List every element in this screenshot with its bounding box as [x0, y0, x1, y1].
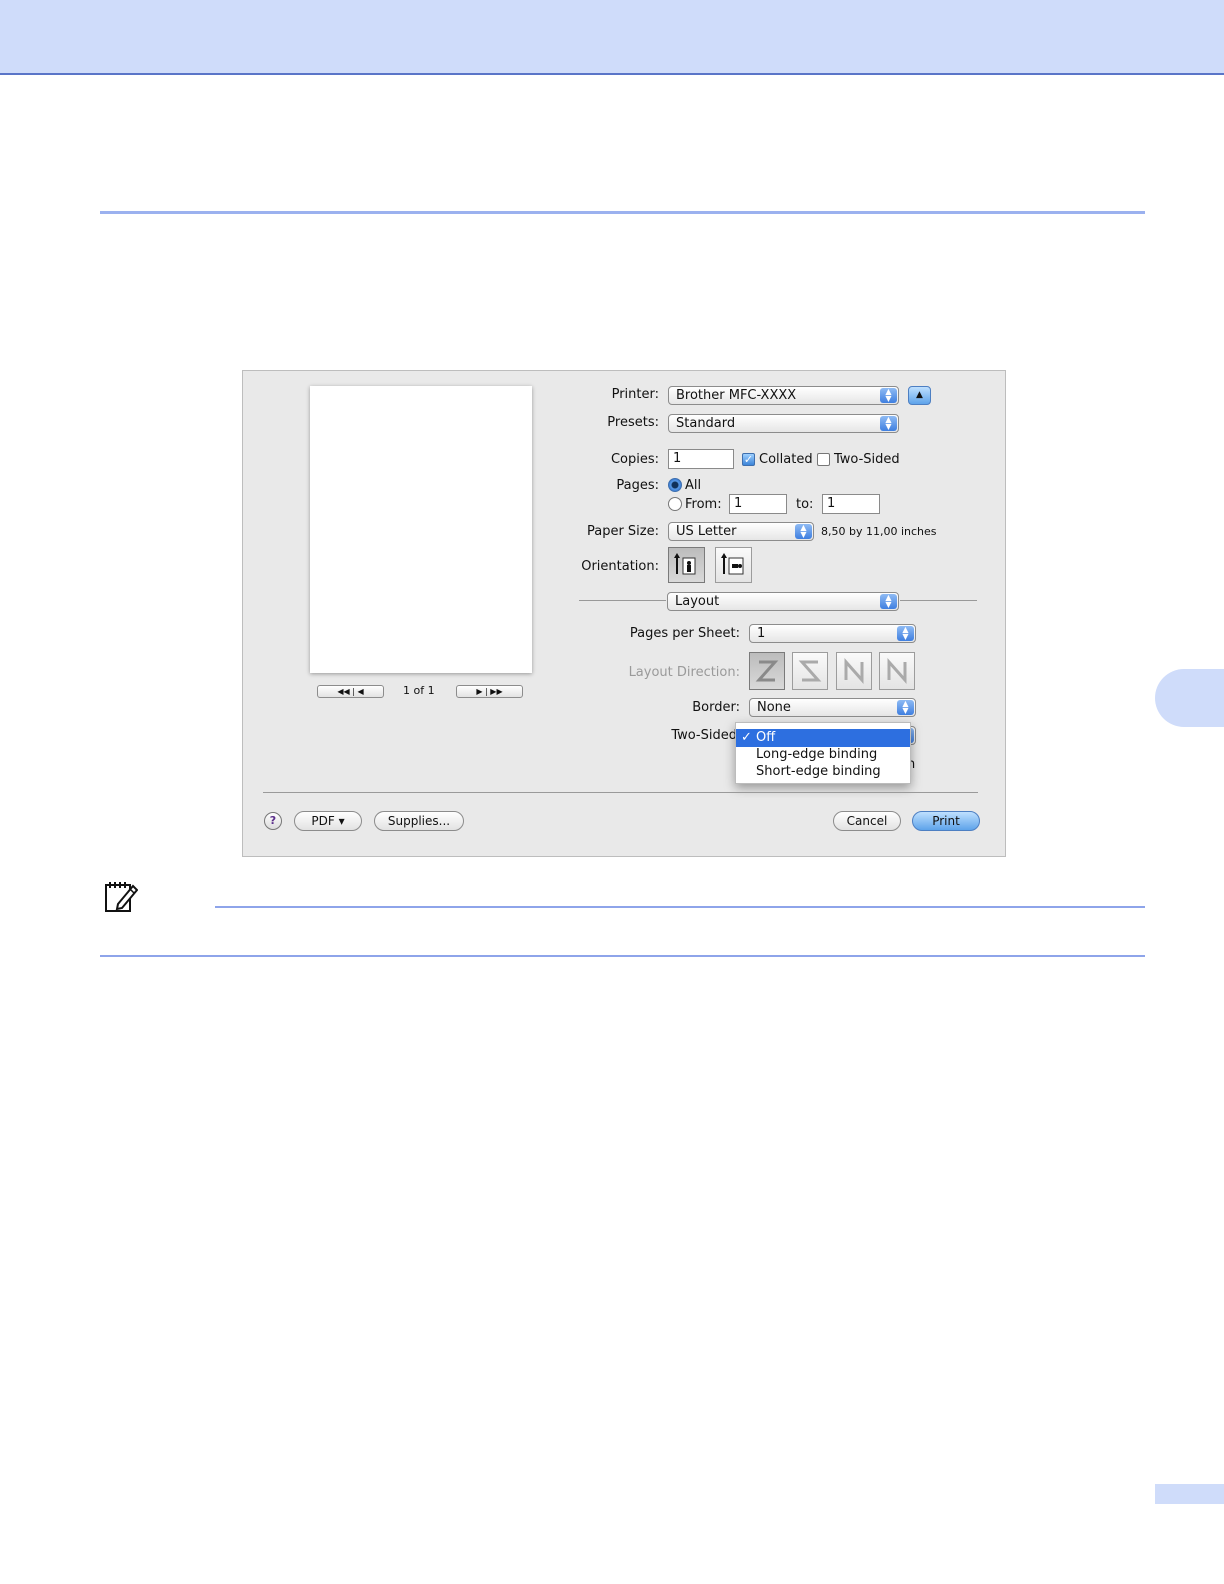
printer-value: Brother MFC-XXXX	[676, 388, 797, 403]
stepper-arrows-icon: ▲▼	[897, 700, 914, 715]
printer-select[interactable]: Brother MFC-XXXX ▲ ▼	[668, 386, 899, 405]
copies-value: 1	[673, 451, 682, 466]
landscape-icon	[721, 553, 744, 575]
supplies-button[interactable]: Supplies...	[374, 811, 464, 831]
section-select-value: Layout	[675, 594, 720, 609]
stepper-arrows-icon: ▲▼	[880, 388, 897, 403]
page-preview	[310, 386, 532, 673]
layout-direction-n2-button[interactable]	[879, 652, 915, 690]
pages-from-radio[interactable]	[668, 497, 682, 511]
copies-input[interactable]: 1	[668, 449, 734, 469]
collated-checkbox[interactable]: ✓	[742, 453, 755, 466]
copies-label: Copies:	[610, 452, 659, 467]
portrait-icon	[674, 553, 696, 575]
pages-to-input[interactable]: 1	[822, 494, 880, 514]
cancel-button-label: Cancel	[846, 814, 888, 828]
orientation-label: Orientation:	[581, 559, 659, 574]
option-label: Short-edge binding	[756, 764, 881, 779]
landscape-orientation-button[interactable]	[715, 547, 752, 583]
pdf-button-label: PDF ▾	[311, 814, 345, 828]
pages-all-radio[interactable]	[668, 478, 682, 492]
preview-first-prev-button[interactable]: ◀◀ | ◀	[317, 685, 384, 698]
footer-divider	[263, 792, 978, 793]
paper-size-label: Paper Size:	[586, 524, 659, 539]
help-icon: ?	[269, 814, 277, 827]
n-direction-icon	[887, 658, 907, 684]
note-divider-bottom	[100, 955, 1145, 957]
layout-direction-s-button[interactable]	[792, 652, 828, 690]
stepper-arrows-icon: ▲▼	[897, 626, 914, 641]
pages-per-sheet-label: Pages per Sheet:	[629, 626, 740, 641]
portrait-orientation-button[interactable]	[668, 547, 705, 583]
chapter-tab	[1155, 669, 1224, 727]
cancel-button[interactable]: Cancel	[833, 811, 901, 831]
border-label: Border:	[692, 700, 740, 715]
presets-select[interactable]: Standard ▲ ▼	[668, 414, 899, 433]
s-direction-icon	[798, 660, 822, 682]
z-direction-icon	[755, 660, 779, 682]
layout-direction-z-button[interactable]	[749, 652, 785, 690]
paper-size-value: US Letter	[676, 524, 737, 539]
section-rule-right	[900, 600, 977, 601]
pages-all-label: All	[685, 478, 702, 493]
page-number-tab	[1155, 1484, 1224, 1504]
print-dialog: ◀◀ | ◀ 1 of 1 ▶ | ▶▶ Printer: Brother MF…	[242, 370, 1006, 857]
option-label: Off	[756, 730, 776, 745]
section-rule-left	[579, 600, 666, 601]
help-button[interactable]: ?	[264, 812, 282, 830]
layout-direction-n-button[interactable]	[836, 652, 872, 690]
presets-value: Standard	[676, 416, 736, 431]
note-divider-top	[215, 906, 1145, 908]
layout-direction-label: Layout Direction:	[628, 665, 740, 680]
two-sided-checkbox[interactable]	[817, 453, 830, 466]
print-button[interactable]: Print	[912, 811, 980, 831]
option-label: Long-edge binding	[756, 747, 878, 762]
two-sided-dropdown-menu: ✓ Off Long-edge binding Short-edge bindi…	[735, 722, 911, 784]
pdf-button[interactable]: PDF ▾	[294, 811, 362, 831]
section-select[interactable]: Layout ▲ ▼	[667, 592, 899, 611]
triangle-up-icon: ▲	[916, 390, 923, 400]
stepper-arrows-icon: ▲▼	[880, 594, 897, 609]
two-sided-checkbox-label: Two-Sided	[834, 452, 900, 467]
header-band	[0, 0, 1224, 75]
reverse-n-direction-icon	[844, 658, 864, 684]
two-sided-label: Two-Sided	[671, 728, 737, 743]
supplies-button-label: Supplies...	[387, 814, 451, 828]
paper-dimensions: 8,50 by 11,00 inches	[821, 525, 937, 538]
stepper-arrows-icon: ▲▼	[880, 416, 897, 431]
checkmark-icon: ✓	[741, 730, 752, 745]
pages-to-label: to:	[796, 497, 814, 512]
section-divider	[100, 211, 1145, 214]
pages-per-sheet-value: 1	[757, 626, 766, 641]
paper-size-select[interactable]: US Letter ▲ ▼	[668, 522, 814, 541]
pages-from-label: From:	[685, 497, 722, 512]
stepper-arrows-icon: ▲▼	[795, 524, 812, 539]
pages-from-input[interactable]: 1	[729, 494, 787, 514]
disclosure-button[interactable]: ▲	[908, 386, 931, 405]
pages-to-value: 1	[827, 496, 836, 511]
two-sided-option-off[interactable]: ✓ Off	[736, 729, 910, 747]
pages-label: Pages:	[616, 478, 659, 493]
border-select[interactable]: None ▲ ▼	[749, 698, 916, 717]
border-value: None	[757, 700, 791, 715]
presets-label: Presets:	[607, 415, 659, 430]
pages-per-sheet-select[interactable]: 1 ▲ ▼	[749, 624, 916, 643]
preview-next-last-button[interactable]: ▶ | ▶▶	[456, 685, 523, 698]
collated-label: Collated	[759, 452, 813, 467]
two-sided-option-long-edge[interactable]: Long-edge binding	[736, 746, 910, 764]
printer-label: Printer:	[611, 387, 659, 402]
two-sided-option-short-edge[interactable]: Short-edge binding	[736, 763, 910, 781]
print-button-label: Print	[932, 814, 960, 828]
preview-page-counter: 1 of 1	[403, 684, 435, 697]
pages-from-value: 1	[734, 496, 743, 511]
note-icon	[104, 880, 139, 914]
